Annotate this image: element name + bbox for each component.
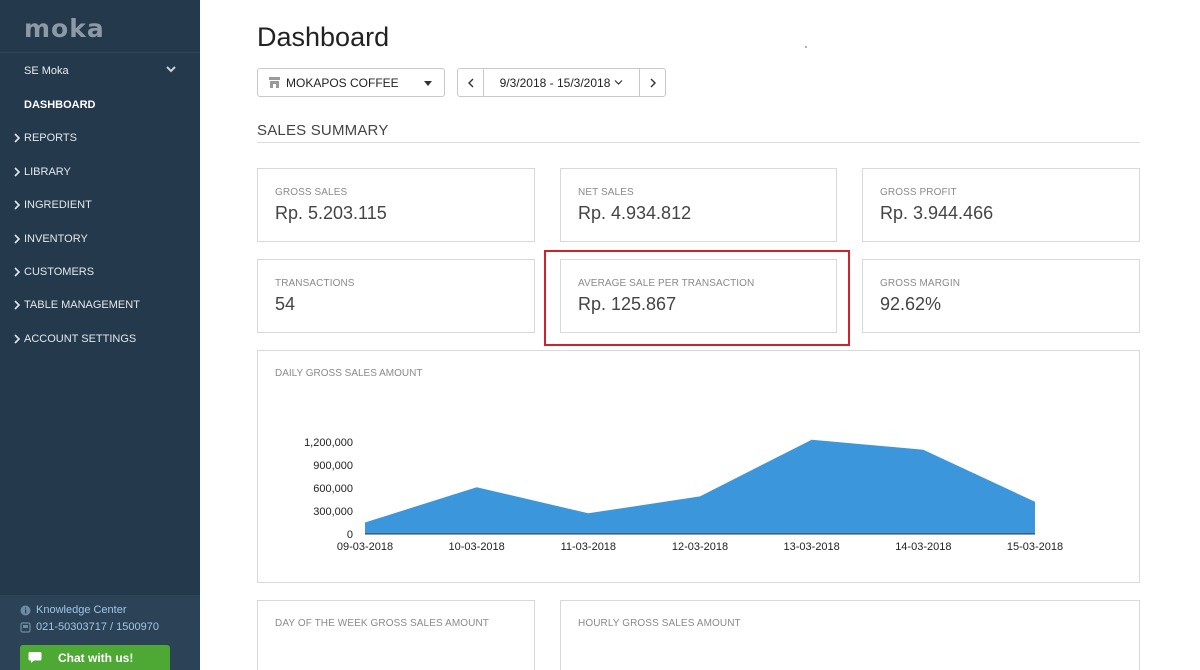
- chevron-right-icon: [14, 234, 21, 244]
- daily-gross-sales-card: DAILY GROSS SALES AMOUNT 0 300,000 600,000…: [257, 350, 1140, 583]
- y-tick-label: 1,200,000: [304, 437, 353, 449]
- sidebar-item-inventory[interactable]: INVENTORY: [0, 229, 200, 249]
- gross-profit-card: GROSS PROFIT Rp. 3.944.466: [862, 168, 1140, 242]
- chevron-right-icon: [14, 200, 21, 210]
- knowledge-center-label: Knowledge Center: [36, 604, 127, 616]
- phone-link[interactable]: 021-50303717 / 1500970: [20, 621, 159, 633]
- highlight-box: [544, 250, 850, 346]
- section-divider: [257, 142, 1140, 143]
- sidebar-item-label: REPORTS: [24, 132, 77, 144]
- next-date-button[interactable]: [639, 69, 665, 96]
- sidebar-item-customers[interactable]: CUSTOMERS: [0, 262, 200, 282]
- date-range-picker: 9/3/2018 - 15/3/2018: [457, 68, 666, 97]
- stray-dot: [805, 46, 807, 48]
- chevron-down-icon: [166, 66, 176, 73]
- chevron-left-icon: [467, 78, 473, 87]
- x-tick-label: 13-03-2018: [784, 541, 840, 553]
- sidebar-item-library[interactable]: LIBRARY: [0, 162, 200, 182]
- card-value: Rp. 5.203.115: [275, 203, 387, 223]
- net-sales-card: NET SALES Rp. 4.934.812: [560, 168, 837, 242]
- y-tick-label: 600,000: [313, 483, 353, 495]
- phone-number: 021-50303717 / 1500970: [36, 621, 159, 633]
- chat-button[interactable]: Chat with us!: [20, 645, 170, 670]
- sidebar-item-label: ACCOUNT SETTINGS: [24, 333, 137, 345]
- chat-button-label: Chat with us!: [58, 650, 134, 665]
- chevron-right-icon: [14, 300, 21, 310]
- sidebar-item-label: LIBRARY: [24, 166, 71, 178]
- phone-icon: [20, 621, 31, 633]
- x-tick-label: 14-03-2018: [895, 541, 951, 553]
- caret-down-icon: [424, 81, 432, 86]
- x-tick-label: 11-03-2018: [561, 541, 616, 553]
- card-label: HOURLY GROSS SALES AMOUNT: [578, 618, 741, 629]
- store-select[interactable]: MOKAPOS COFFEE: [257, 68, 445, 97]
- chevron-right-icon: [14, 133, 21, 143]
- y-tick-label: 900,000: [313, 460, 353, 472]
- day-of-week-card: DAY OF THE WEEK GROSS SALES AMOUNT: [257, 600, 535, 670]
- chevron-down-icon: [614, 80, 623, 85]
- y-tick-label: 0: [347, 529, 353, 541]
- knowledge-center-link[interactable]: Knowledge Center: [20, 604, 127, 616]
- chevron-right-icon: [650, 78, 656, 87]
- chat-bubble-icon: [28, 652, 42, 663]
- card-value: Rp. 3.944.466: [880, 203, 994, 223]
- chevron-right-icon: [14, 267, 21, 277]
- sidebar-item-label: DASHBOARD: [24, 99, 96, 111]
- card-label: GROSS MARGIN: [880, 278, 961, 289]
- date-range-value: 9/3/2018 - 15/3/2018: [499, 75, 611, 90]
- sidebar-item-label: INGREDIENT: [24, 199, 92, 211]
- x-tick-label: 10-03-2018: [449, 541, 505, 553]
- sidebar-item-reports[interactable]: REPORTS: [0, 128, 200, 148]
- sidebar-footer: Knowledge Center 021-50303717 / 1500970 …: [0, 595, 200, 670]
- card-value: 54: [275, 294, 296, 314]
- sidebar-item-ingredient[interactable]: INGREDIENT: [0, 195, 200, 215]
- x-tick-label: 15-03-2018: [1007, 541, 1063, 553]
- gross-margin-card: GROSS MARGIN 92.62%: [862, 259, 1140, 333]
- card-label: TRANSACTIONS: [275, 278, 355, 289]
- sales-summary-title: SALES SUMMARY: [257, 122, 389, 139]
- account-switcher[interactable]: SE Moka: [0, 52, 200, 88]
- area-series: [365, 439, 1035, 534]
- previous-date-button[interactable]: [458, 69, 484, 96]
- date-range-button[interactable]: 9/3/2018 - 15/3/2018: [484, 69, 639, 96]
- info-icon: [20, 605, 31, 615]
- transactions-card: TRANSACTIONS 54: [257, 259, 535, 333]
- page-title: Dashboard: [257, 22, 390, 52]
- y-tick-label: 300,000: [313, 506, 353, 518]
- card-label: NET SALES: [578, 187, 634, 198]
- card-label: DAY OF THE WEEK GROSS SALES AMOUNT: [275, 618, 490, 629]
- chevron-right-icon: [14, 167, 21, 177]
- moka-logo[interactable]: moka: [0, 0, 200, 52]
- sidebar-item-label: INVENTORY: [24, 233, 88, 245]
- sidebar-item-table-management[interactable]: TABLE MANAGEMENT: [0, 295, 200, 315]
- sidebar-item-account-settings[interactable]: ACCOUNT SETTINGS: [0, 329, 200, 349]
- card-label: GROSS SALES: [275, 187, 348, 198]
- card-label: GROSS PROFIT: [880, 187, 957, 198]
- sidebar-item-label: CUSTOMERS: [24, 266, 95, 278]
- x-tick-label: 09-03-2018: [337, 541, 393, 553]
- card-value: Rp. 4.934.812: [578, 203, 692, 223]
- gross-sales-card: GROSS SALES Rp. 5.203.115: [257, 168, 535, 242]
- x-tick-label: 12-03-2018: [672, 541, 728, 553]
- account-name: SE Moka: [24, 64, 69, 77]
- sidebar-item-dashboard[interactable]: DASHBOARD: [0, 95, 200, 115]
- card-value: 92.62%: [880, 294, 942, 314]
- store-select-value: MOKAPOS COFFEE: [286, 75, 399, 90]
- sidebar-item-label: TABLE MANAGEMENT: [24, 299, 140, 311]
- sidebar: moka SE Moka DASHBOARD REPORTS LIBRARY I…: [0, 0, 200, 670]
- hourly-sales-card: HOURLY GROSS SALES AMOUNT: [560, 600, 1140, 670]
- chevron-right-icon: [14, 334, 21, 344]
- daily-gross-sales-chart: 0 300,000 600,000 900,000 1,200,000 09-03-20…: [304, 437, 1063, 553]
- store-icon: [269, 77, 280, 88]
